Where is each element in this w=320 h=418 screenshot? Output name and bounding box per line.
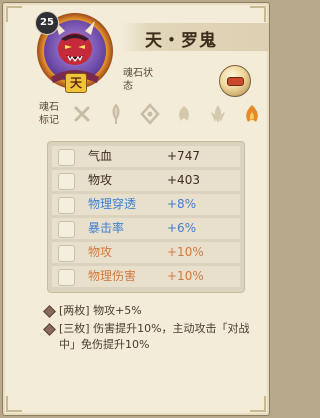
sword-icon: [58, 173, 75, 190]
attribute-name: 物攻: [88, 245, 113, 259]
attribute-row: 物攻 +403: [52, 170, 240, 191]
quill-icon[interactable]: [105, 103, 127, 125]
attribute-row: 物理穿透 +8%: [52, 194, 240, 215]
attribute-name: 物理伤害: [88, 269, 137, 283]
level-badge: 25: [35, 11, 59, 35]
attribute-value: +8%: [167, 197, 197, 211]
heart-icon: [58, 149, 75, 166]
set-bonus-block: [两枚] 物攻+5% [三枚] 伤害提升10%，主动攻击「对战中」免伤提升10%: [43, 303, 265, 353]
set-bonus-three-text: [三枚] 伤害提升10%，主动攻击「对战中」免伤提升10%: [59, 322, 250, 351]
attribute-row: 物理伤害 +10%: [52, 266, 240, 287]
petal-flame-icon[interactable]: [207, 103, 229, 125]
grade-tag: 天: [65, 73, 87, 93]
attribute-panel: 气血 +747 物攻 +403 物理穿透 +8% 暴击率 +6% 物攻 +10%…: [47, 141, 245, 293]
corner-ornament: [250, 396, 266, 412]
damage-icon: [58, 269, 75, 286]
attribute-row: 暴击率 +6%: [52, 218, 240, 239]
crit-icon: [58, 221, 75, 238]
attribute-row: 物攻 +10%: [52, 242, 240, 263]
diamond-bullet-icon: [43, 305, 56, 318]
pierce-icon: [58, 197, 75, 214]
character-portrait[interactable]: 25 天: [35, 11, 115, 93]
attribute-value: +6%: [167, 221, 197, 235]
soul-status-label: 魂石状态: [123, 68, 153, 92]
diamond-bullet-icon: [43, 323, 56, 336]
corner-ornament: [250, 6, 266, 22]
attribute-name: 气血: [88, 149, 113, 163]
flame-swirl-icon[interactable]: [173, 103, 195, 125]
soul-mark-icons: [71, 103, 263, 125]
soul-orb-button[interactable]: [219, 65, 251, 97]
fire-icon[interactable]: [241, 103, 263, 125]
diamond-mark-icon[interactable]: [139, 103, 161, 125]
soul-stone-name: 天・罗鬼: [145, 31, 217, 51]
soul-mark-label: 魂石标记: [39, 102, 59, 126]
sword-icon: [58, 245, 75, 262]
set-bonus-two: [两枚] 物攻+5%: [43, 303, 265, 319]
cross-mark-icon[interactable]: [71, 103, 93, 125]
set-bonus-two-text: [两枚] 物攻+5%: [59, 304, 142, 317]
attribute-name: 物理穿透: [88, 197, 137, 211]
corner-ornament: [6, 6, 22, 22]
attribute-row: 气血 +747: [52, 146, 240, 167]
set-bonus-three: [三枚] 伤害提升10%，主动攻击「对战中」免伤提升10%: [43, 321, 265, 353]
attribute-value: +403: [167, 173, 200, 187]
attribute-value: +10%: [167, 245, 204, 259]
soul-stone-detail-card: 25 天 天・罗鬼 魂石状态 魂石标记 气血 +747 物攻 +403 物理穿透…: [2, 2, 270, 416]
attribute-value: +747: [167, 149, 200, 163]
corner-ornament: [6, 396, 22, 412]
attribute-name: 物攻: [88, 173, 113, 187]
attribute-name: 暴击率: [88, 221, 125, 235]
attribute-value: +10%: [167, 269, 204, 283]
